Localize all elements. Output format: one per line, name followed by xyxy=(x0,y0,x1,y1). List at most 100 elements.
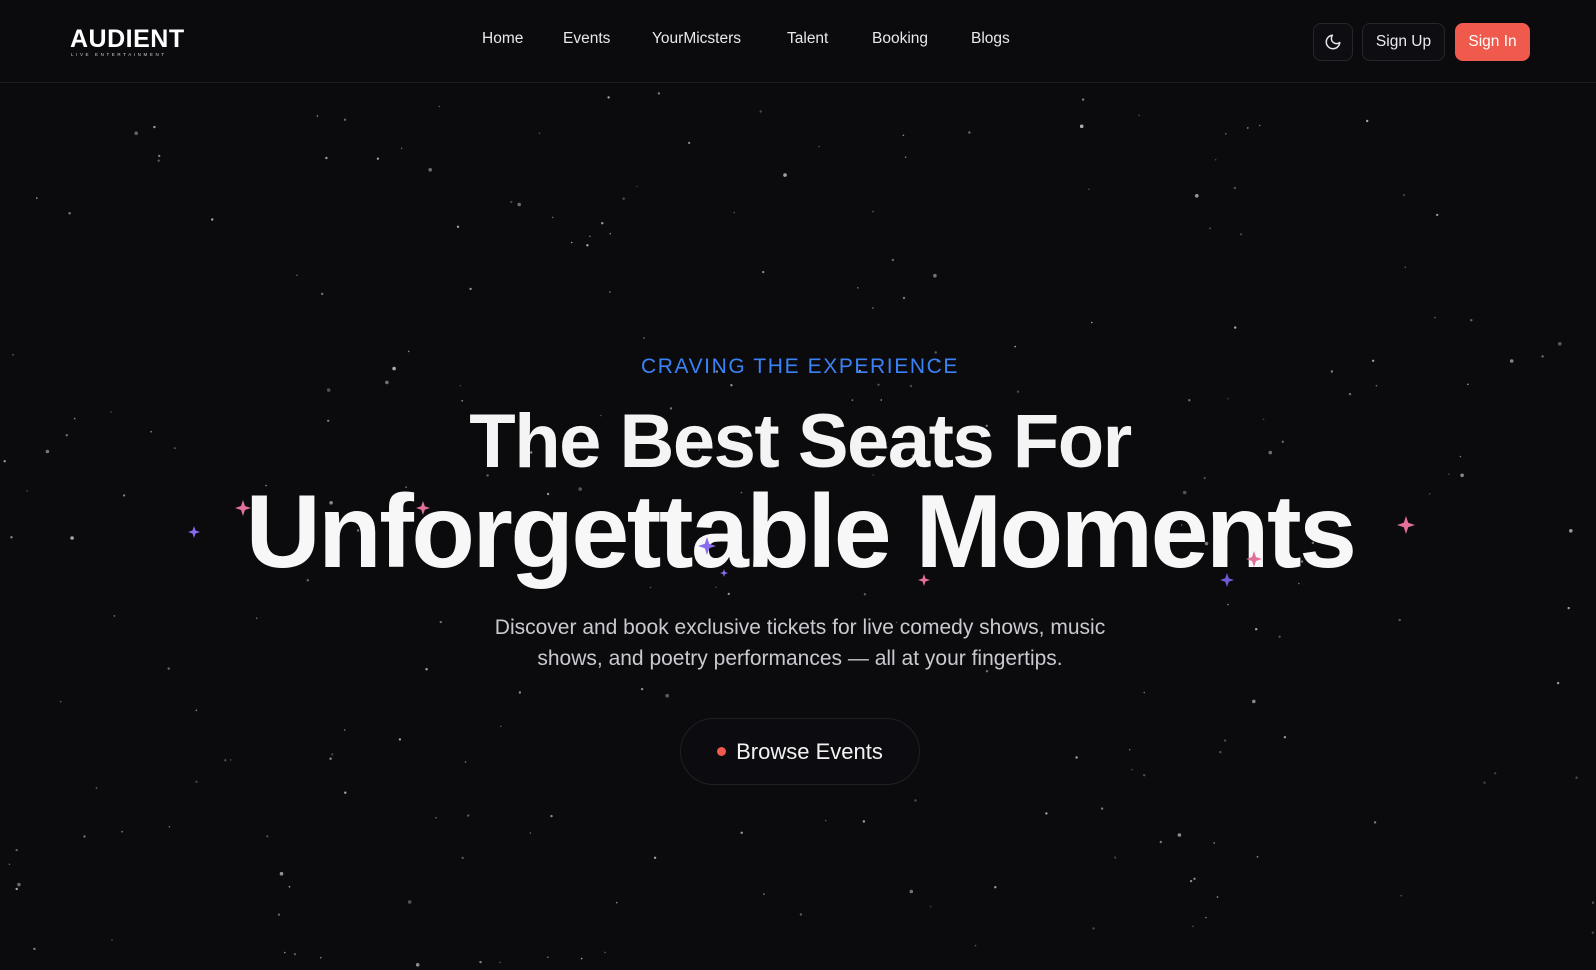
star-dot xyxy=(1088,188,1090,190)
star-dot xyxy=(862,820,866,823)
star-dot xyxy=(400,147,403,150)
nav-item-booking[interactable]: Booking xyxy=(872,30,928,48)
star-dot xyxy=(902,296,906,300)
star-dot xyxy=(288,885,291,888)
top-navbar: AUDIENT LIVE ENTERTAINMENT Home Events Y… xyxy=(0,0,1596,83)
star-dot xyxy=(1128,748,1131,751)
star-dot xyxy=(609,232,612,235)
star-dot xyxy=(1255,628,1258,631)
star-dot xyxy=(1233,186,1237,190)
star-dot xyxy=(580,957,583,960)
star-dot xyxy=(229,759,232,761)
star-dot xyxy=(111,939,113,941)
star-dot xyxy=(1494,772,1497,775)
star-dot xyxy=(326,388,331,392)
star-dot xyxy=(1219,750,1222,754)
star-dot xyxy=(168,826,171,828)
star-dot xyxy=(1591,901,1595,904)
star-dot xyxy=(15,848,18,852)
star-dot xyxy=(538,132,541,134)
star-dot xyxy=(8,863,11,866)
star-dot xyxy=(83,835,86,838)
theme-toggle-button[interactable] xyxy=(1313,23,1353,61)
star-dot xyxy=(385,380,389,385)
star-dot xyxy=(331,753,334,756)
star-dot xyxy=(1192,925,1194,928)
nav-item-talent[interactable]: Talent xyxy=(787,30,828,48)
star-dot xyxy=(1404,266,1407,269)
star-dot xyxy=(914,799,917,802)
star-dot xyxy=(428,168,433,172)
star-dot xyxy=(195,780,198,783)
star-dot xyxy=(499,961,501,964)
star-dot xyxy=(438,105,441,108)
star-dot xyxy=(255,617,258,619)
browse-events-button[interactable]: Browse Events xyxy=(680,718,920,785)
star-dot xyxy=(435,817,437,819)
star-dot xyxy=(467,814,470,817)
star-dot xyxy=(1256,856,1259,858)
star-dot xyxy=(730,384,733,387)
star-dot xyxy=(95,787,98,789)
star-dot xyxy=(325,156,328,160)
star-dot xyxy=(1114,856,1117,859)
star-dot xyxy=(1177,833,1182,837)
star-dot xyxy=(113,615,116,617)
star-dot xyxy=(1045,812,1048,815)
nav-item-yourmicsters[interactable]: YourMicsters xyxy=(652,30,741,48)
star-dot xyxy=(510,200,513,204)
star-dot xyxy=(1400,894,1402,897)
star-dot xyxy=(763,893,765,895)
star-dot xyxy=(1470,319,1473,322)
star-dot xyxy=(733,211,735,214)
star-dot xyxy=(1214,158,1217,161)
star-dot xyxy=(570,241,573,244)
brand-tagline: LIVE ENTERTAINMENT xyxy=(71,52,167,57)
star-dot xyxy=(529,832,532,834)
star-dot xyxy=(1216,896,1219,898)
star-dot xyxy=(1225,133,1227,135)
star-dot xyxy=(121,830,123,833)
star-dot xyxy=(586,244,589,247)
star-dot xyxy=(469,287,472,291)
star-dot xyxy=(687,141,691,145)
nav-item-blogs[interactable]: Blogs xyxy=(971,30,1010,48)
nav-item-home[interactable]: Home xyxy=(482,30,523,48)
star-dot xyxy=(1436,213,1439,217)
sign-up-button[interactable]: Sign Up xyxy=(1362,23,1445,61)
brand-logo[interactable]: AUDIENT LIVE ENTERTAINMENT xyxy=(70,24,185,60)
star-dot xyxy=(153,125,156,129)
star-dot xyxy=(872,210,874,213)
star-dot xyxy=(1205,916,1207,919)
star-dot xyxy=(167,667,170,670)
star-dot xyxy=(17,882,21,887)
star-dot xyxy=(279,871,284,876)
star-dot xyxy=(464,761,467,763)
star-dot xyxy=(329,757,332,760)
star-dot xyxy=(1247,127,1249,129)
star-dot xyxy=(1467,383,1469,386)
star-dot xyxy=(622,197,625,200)
star-dot xyxy=(1556,681,1560,685)
star-dot xyxy=(59,700,62,703)
star-dot xyxy=(994,886,997,889)
star-dot xyxy=(1209,227,1211,230)
star-dot xyxy=(636,185,638,188)
star-dot xyxy=(157,159,160,162)
star-dot xyxy=(891,258,895,262)
nav-item-events[interactable]: Events xyxy=(563,30,610,48)
star-dot xyxy=(902,134,905,137)
star-dot xyxy=(547,956,549,959)
star-dot xyxy=(36,197,38,199)
star-dot xyxy=(296,274,298,277)
star-dot xyxy=(657,92,661,95)
star-dot xyxy=(343,729,346,731)
star-dot xyxy=(904,156,907,158)
star-dot xyxy=(552,216,554,219)
star-dot xyxy=(15,887,18,891)
star-dot xyxy=(407,350,410,353)
sign-in-button[interactable]: Sign In xyxy=(1455,23,1530,61)
star-dot xyxy=(479,960,482,964)
star-dot xyxy=(1283,736,1287,739)
star-dot xyxy=(1075,756,1078,759)
